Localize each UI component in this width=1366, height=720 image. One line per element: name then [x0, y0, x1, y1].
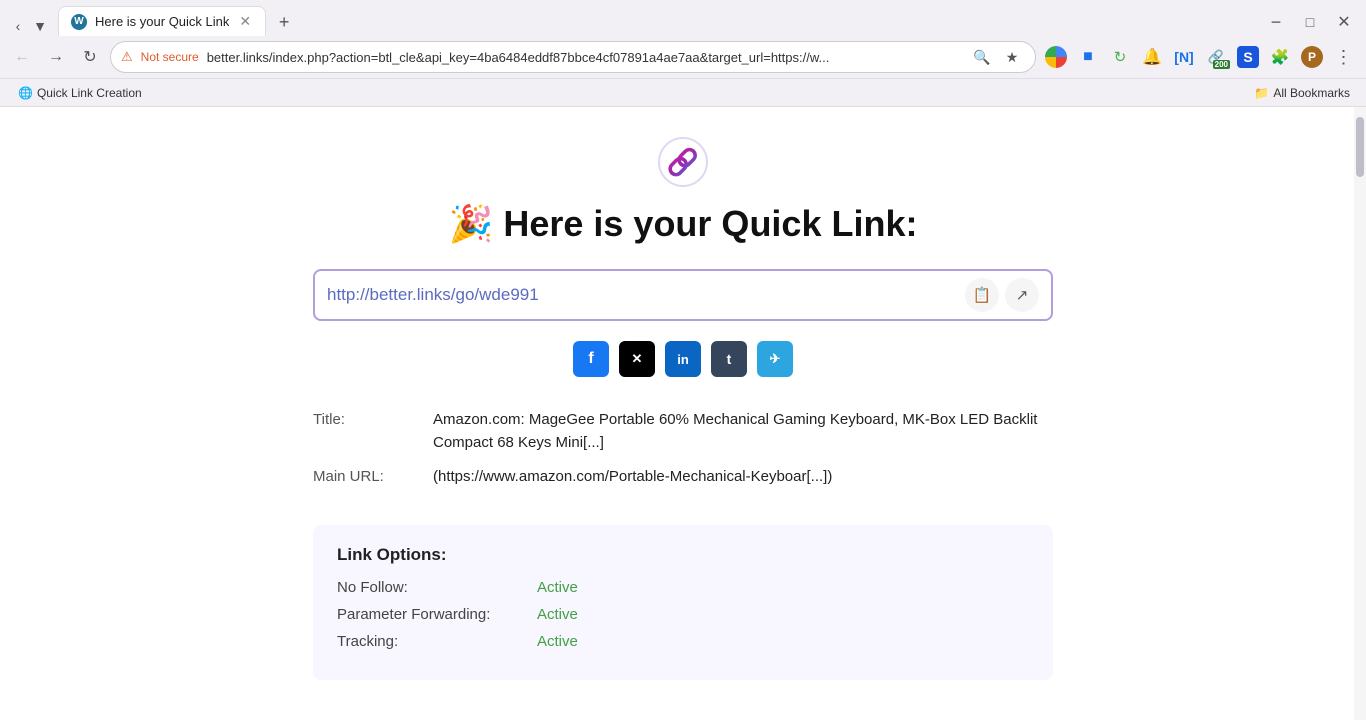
bookmark-label: Quick Link Creation	[37, 86, 142, 100]
search-icon-btn[interactable]: 🔍	[969, 44, 995, 70]
telegram-icon: ✈	[770, 351, 781, 367]
tumblr-share-btn[interactable]: t	[711, 341, 747, 377]
all-bookmarks-btn[interactable]: 📁 All Bookmarks	[1248, 84, 1356, 102]
address-url: better.links/index.php?action=btl_cle&ap…	[207, 50, 961, 65]
link-actions: 📋 ↗	[965, 278, 1039, 312]
open-link-btn[interactable]: ↗	[1005, 278, 1039, 312]
main-url-label: Main URL:	[313, 466, 433, 485]
tab-list-btn[interactable]: ▼	[30, 16, 50, 36]
tab-title: Here is your Quick Link	[95, 14, 229, 29]
back-btn[interactable]: ←	[8, 43, 36, 71]
s-logo: S	[1237, 46, 1259, 68]
meta-section: Title: Amazon.com: MageGee Portable 60% …	[313, 409, 1053, 501]
facebook-share-btn[interactable]: f	[573, 341, 609, 377]
bookmark-star-btn[interactable]: ★	[999, 44, 1025, 70]
g-logo	[1045, 46, 1067, 68]
copy-link-btn[interactable]: 📋	[965, 278, 999, 312]
main-url-value: (https://www.amazon.com/Portable-Mechani…	[433, 466, 1053, 489]
forward-btn[interactable]: →	[42, 43, 70, 71]
address-icons: 🔍 ★	[969, 44, 1025, 70]
n-icon-btn[interactable]: [N]	[1170, 43, 1198, 71]
refresh-btn[interactable]: ↻	[76, 43, 104, 71]
scroll-thumb[interactable]	[1356, 117, 1364, 177]
link-options-box: Link Options: No Follow: Active Paramete…	[313, 525, 1053, 680]
quick-link-url[interactable]: http://better.links/go/wde991	[327, 285, 965, 305]
logo-area: 🔗	[658, 137, 708, 187]
menu-btn[interactable]: ⋮	[1330, 43, 1358, 71]
badge-200-icon[interactable]: 🔗 200	[1202, 43, 1230, 71]
tracking-label: Tracking:	[337, 633, 537, 650]
new-tab-btn[interactable]: +	[270, 8, 298, 36]
close-btn[interactable]: ✕	[1330, 8, 1358, 36]
x-share-btn[interactable]: ✕	[619, 341, 655, 377]
param-forwarding-row: Parameter Forwarding: Active	[337, 606, 1029, 623]
tumblr-icon: t	[727, 351, 732, 367]
scrollbar[interactable]	[1354, 107, 1366, 720]
extension-refresh-icon[interactable]: ↻	[1106, 43, 1134, 71]
bookmark-favicon: 🌐	[18, 86, 33, 100]
title-label: Title:	[313, 409, 433, 428]
external-link-icon: ↗	[1016, 286, 1029, 304]
tab-favicon: W	[71, 14, 87, 30]
x-icon: ✕	[632, 351, 643, 367]
page-content: 🔗 🎉 Here is your Quick Link: http://bett…	[0, 107, 1366, 720]
no-follow-label: No Follow:	[337, 579, 537, 596]
main-url-row: Main URL: (https://www.amazon.com/Portab…	[313, 466, 1053, 489]
tab-close-btn[interactable]: ✕	[237, 11, 253, 32]
heading-text: Here is your Quick Link:	[503, 203, 917, 245]
link-box: http://better.links/go/wde991 📋 ↗	[313, 269, 1053, 321]
facebook-icon: f	[588, 350, 593, 368]
link-options-title: Link Options:	[337, 545, 1029, 565]
title-value: Amazon.com: MageGee Portable 60% Mechani…	[433, 409, 1053, 454]
not-secure-label: Not secure	[141, 50, 199, 64]
tab-bar: ‹ ▼ W Here is your Quick Link ✕ + − □ ✕	[0, 0, 1366, 36]
bell-icon[interactable]: 🔔	[1138, 43, 1166, 71]
copy-icon: 📋	[973, 286, 992, 304]
address-bar[interactable]: ⚠ Not secure better.links/index.php?acti…	[110, 41, 1036, 73]
no-follow-row: No Follow: Active	[337, 579, 1029, 596]
bookmark-bar: 🌐 Quick Link Creation 📁 All Bookmarks	[0, 78, 1366, 106]
badge-200: 200	[1213, 60, 1230, 69]
google-icon[interactable]	[1042, 43, 1070, 71]
user-avatar: P	[1301, 46, 1323, 68]
main-heading: 🎉 Here is your Quick Link:	[449, 203, 918, 245]
telegram-share-btn[interactable]: ✈	[757, 341, 793, 377]
social-share-bar: f ✕ in t ✈	[573, 341, 793, 377]
profile-avatar[interactable]: P	[1298, 43, 1326, 71]
browser-chrome: ‹ ▼ W Here is your Quick Link ✕ + − □ ✕ …	[0, 0, 1366, 107]
heading-emoji: 🎉	[449, 203, 494, 245]
shield-icon[interactable]: ■	[1074, 43, 1102, 71]
browser-tab-active[interactable]: W Here is your Quick Link ✕	[58, 6, 266, 36]
brand-logo: 🔗	[658, 137, 708, 187]
toolbar-icons: ■ ↻ 🔔 [N] 🔗 200 S 🧩 P ⋮	[1042, 43, 1358, 71]
param-forwarding-label: Parameter Forwarding:	[337, 606, 537, 623]
lock-icon: ⚠	[121, 49, 133, 65]
extensions-icon[interactable]: 🧩	[1266, 43, 1294, 71]
tracking-row: Tracking: Active	[337, 633, 1029, 650]
linkedin-share-btn[interactable]: in	[665, 341, 701, 377]
address-bar-row: ← → ↻ ⚠ Not secure better.links/index.ph…	[0, 36, 1366, 78]
linkedin-icon: in	[677, 352, 689, 367]
minimize-btn[interactable]: −	[1262, 8, 1290, 36]
all-bookmarks-icon: 📁	[1254, 86, 1269, 100]
maximize-btn[interactable]: □	[1296, 8, 1324, 36]
tracking-value: Active	[537, 633, 578, 650]
all-bookmarks-label: All Bookmarks	[1273, 86, 1350, 100]
param-forwarding-value: Active	[537, 606, 578, 623]
no-follow-value: Active	[537, 579, 578, 596]
tab-history-back-btn[interactable]: ‹	[8, 16, 28, 36]
bookmark-quick-link-creation[interactable]: 🌐 Quick Link Creation	[10, 84, 150, 102]
skype-icon[interactable]: S	[1234, 43, 1262, 71]
title-row: Title: Amazon.com: MageGee Portable 60% …	[313, 409, 1053, 454]
